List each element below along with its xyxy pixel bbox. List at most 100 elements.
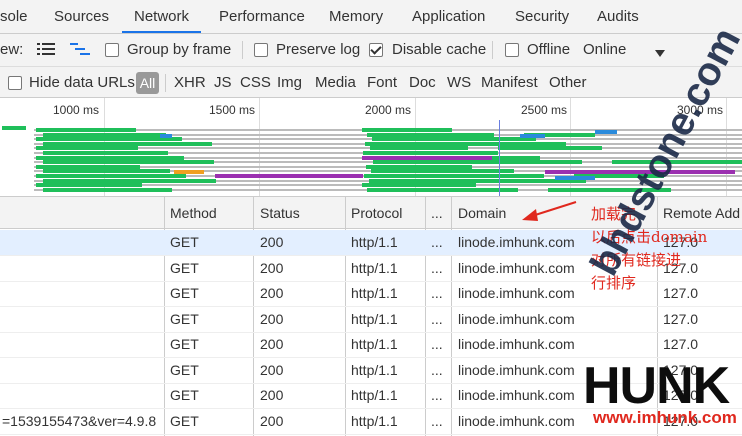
chevron-down-icon[interactable]	[655, 45, 665, 61]
cell-method: GET	[170, 234, 199, 250]
cell-more: ...	[431, 387, 443, 403]
cell-domain: linode.imhunk.com	[458, 361, 575, 378]
disable-cache-label: Disable cache	[392, 41, 487, 58]
cell-more: ...	[431, 361, 443, 378]
waterfall-bar	[369, 178, 586, 183]
filter-css[interactable]: CSS	[240, 74, 271, 92]
filter-manifest[interactable]: Manifest	[481, 74, 538, 92]
cell-method: GET	[170, 310, 199, 327]
filter-media[interactable]: Media	[315, 74, 356, 92]
brand-watermark: HUNK	[583, 357, 730, 415]
waterfall-bar	[43, 132, 166, 137]
waterfall-bar	[363, 151, 498, 155]
cell-more: ...	[431, 234, 443, 250]
waterfall-bar	[498, 146, 602, 151]
cell-status: 200	[260, 234, 284, 250]
group-by-frame-label: Group by frame	[127, 41, 232, 58]
waterfall-bar	[43, 151, 168, 155]
view-label: ew:	[0, 41, 24, 58]
waterfall-bar	[36, 146, 138, 151]
hide-data-urls-checkbox[interactable]	[8, 76, 22, 90]
tab-audits[interactable]: Audits	[597, 0, 639, 33]
column-header-status[interactable]: Status	[260, 205, 300, 221]
filter-xhr[interactable]: XHR	[174, 74, 206, 92]
cell-status: 200	[260, 387, 284, 403]
preserve-log-checkbox[interactable]	[254, 43, 268, 57]
dom-content-loaded-marker	[499, 120, 500, 196]
cell-status: 200	[260, 412, 284, 429]
waterfall-bar	[364, 174, 544, 178]
filter-all-button[interactable]: All	[136, 72, 159, 94]
filter-doc[interactable]: Doc	[409, 74, 436, 92]
waterfall-bar	[215, 174, 363, 178]
cell-more: ...	[431, 285, 443, 301]
tick-label: 2000 ms	[365, 103, 412, 117]
waterfall-bar	[36, 164, 140, 169]
cell-protocol: http/1.1	[351, 336, 398, 352]
list-view-icon[interactable]	[37, 42, 55, 59]
throttle-select[interactable]: Online	[583, 41, 626, 59]
waterfall-bar	[43, 187, 172, 192]
filter-divider	[165, 74, 166, 92]
cell-method: GET	[170, 336, 199, 352]
offline-checkbox[interactable]	[505, 43, 519, 57]
column-header-method[interactable]: Method	[170, 205, 217, 221]
cell-more: ...	[431, 336, 443, 352]
cell-protocol: http/1.1	[351, 234, 398, 250]
waterfall-bar	[367, 187, 518, 192]
tab-performance[interactable]: Performance	[219, 0, 305, 33]
cell-domain: linode.imhunk.com	[458, 387, 575, 403]
cell-domain: linode.imhunk.com	[458, 310, 575, 327]
disable-cache-checkbox[interactable]	[369, 43, 383, 57]
filter-other[interactable]: Other	[549, 74, 587, 92]
group-by-frame-checkbox[interactable]	[105, 43, 119, 57]
waterfall-bar	[371, 169, 514, 174]
tab-console[interactable]: sole	[0, 0, 28, 33]
waterfall-bar	[555, 176, 595, 180]
cell-more: ...	[431, 259, 443, 276]
table-row[interactable]: GET 200 http/1.1... linode.imhunk.com 127.0	[0, 332, 742, 358]
cell-status: 200	[260, 285, 284, 301]
tab-network[interactable]: Network	[122, 0, 202, 33]
cell-protocol: http/1.1	[351, 259, 398, 276]
cell-domain: linode.imhunk.com	[458, 259, 575, 276]
waterfall-bar	[362, 183, 476, 188]
waterfall-view-icon[interactable]	[70, 42, 90, 59]
tab-memory[interactable]: Memory	[329, 0, 383, 33]
cell-remote-address: 127.0	[663, 336, 699, 352]
tab-sources[interactable]: Sources	[54, 0, 109, 33]
waterfall-bar	[43, 178, 216, 183]
waterfall-bar	[367, 132, 494, 137]
filter-font[interactable]: Font	[367, 74, 397, 92]
cell-method: GET	[170, 387, 199, 403]
cell-status: 200	[260, 310, 284, 327]
waterfall-bar	[366, 164, 472, 169]
url-watermark: www.imhunk.com	[593, 408, 737, 427]
cell-protocol: http/1.1	[351, 310, 398, 327]
waterfall-bar	[160, 134, 172, 138]
table-row[interactable]: GET 200 http/1.1... linode.imhunk.com 127.0	[0, 307, 742, 333]
cell-status: 200	[260, 336, 284, 352]
filter-js[interactable]: JS	[214, 74, 232, 92]
cell-domain: linode.imhunk.com	[458, 412, 575, 429]
column-header-protocol[interactable]: Protocol	[351, 205, 402, 221]
waterfall-bar	[362, 128, 452, 132]
column-header-more[interactable]: ...	[431, 205, 443, 221]
cell-status: 200	[260, 361, 284, 378]
tick-label: 1000 ms	[53, 103, 100, 117]
cell-method: GET	[170, 285, 199, 301]
waterfall-bar	[36, 155, 184, 160]
column-header-domain[interactable]: Domain	[458, 205, 506, 221]
filter-img[interactable]: Img	[277, 74, 302, 92]
offline-label: Offline	[527, 41, 571, 58]
waterfall-bar	[362, 156, 492, 160]
cell-method: GET	[170, 412, 199, 429]
cell-more: ...	[431, 310, 443, 327]
toolbar-divider	[242, 41, 243, 59]
cell-more: ...	[431, 412, 443, 429]
cell-protocol: http/1.1	[351, 387, 398, 403]
waterfall-bar	[372, 137, 536, 142]
tab-application[interactable]: Application	[412, 0, 485, 33]
tab-security[interactable]: Security	[515, 0, 569, 33]
filter-ws[interactable]: WS	[447, 74, 471, 92]
